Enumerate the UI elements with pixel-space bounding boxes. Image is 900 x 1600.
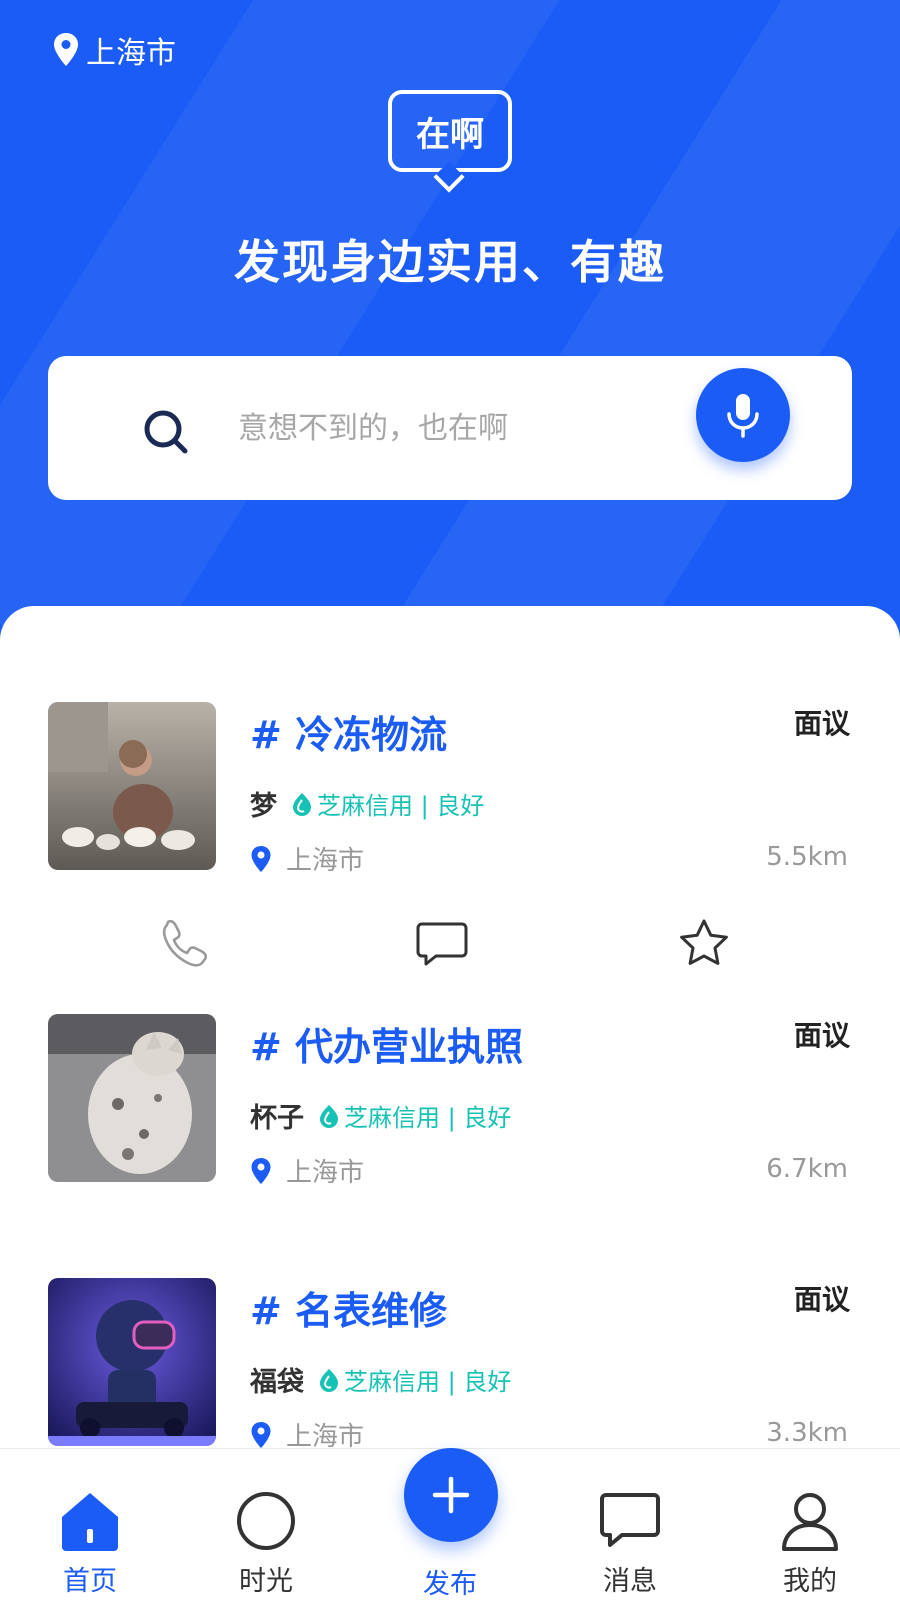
tab-messages[interactable]: 消息 (570, 1449, 690, 1600)
plus-icon (432, 1476, 470, 1514)
user-name: 福袋 (250, 1367, 304, 1398)
hero-header: 上海市 在啊 发现身边实用、有趣 (0, 0, 900, 640)
location-text: 上海市 (286, 846, 365, 876)
home-icon (62, 1493, 118, 1551)
location-pin-icon (54, 33, 78, 66)
star-icon[interactable] (676, 916, 732, 972)
sesame-credit-icon (320, 1104, 338, 1128)
location-pin-icon (251, 845, 271, 872)
girl-with-rabbits-photo (48, 702, 216, 870)
voice-search-button[interactable] (696, 368, 790, 462)
listing-user: 福袋 芝麻信用 | 良好 (250, 1360, 511, 1399)
tab-home[interactable]: 首页 (30, 1449, 150, 1600)
listing-location: 上海市 (250, 1152, 364, 1189)
astronaut-car-art (48, 1278, 216, 1446)
listing-price: 面议 (793, 707, 850, 740)
phone-icon[interactable] (154, 916, 210, 972)
listing-distance: 5.5km (766, 842, 848, 872)
credit-rating: 芝麻信用 | 良好 (344, 1104, 512, 1132)
listing-thumbnail[interactable] (48, 1014, 216, 1182)
listing-thumbnail[interactable] (48, 1278, 216, 1446)
listing-distance: 6.7km (766, 1154, 848, 1184)
tab-label: 时光 (239, 1566, 293, 1597)
listing-title[interactable]: # 冷冻物流 (250, 704, 447, 759)
listing-distance: 3.3km (766, 1418, 848, 1448)
tab-label: 首页 (63, 1566, 117, 1597)
user-icon (782, 1493, 838, 1551)
listing-title[interactable]: # 代办营业执照 (250, 1016, 523, 1071)
search-bar[interactable] (48, 356, 852, 500)
tab-profile[interactable]: 我的 (750, 1449, 870, 1600)
search-icon[interactable] (142, 408, 190, 456)
sesame-credit-icon (293, 792, 311, 816)
credit-rating: 芝麻信用 | 良好 (344, 1368, 512, 1396)
publish-button[interactable] (404, 1448, 498, 1542)
slogan: 发现身边实用、有趣 (234, 235, 666, 289)
message-icon (600, 1493, 660, 1547)
listing-actions (0, 916, 900, 976)
sesame-credit-icon (320, 1368, 338, 1392)
tab-label: 消息 (603, 1566, 657, 1597)
tab-moments[interactable]: 时光 (206, 1449, 326, 1600)
credit-rating: 芝麻信用 | 良好 (317, 792, 485, 820)
listing-price: 面议 (793, 1283, 850, 1316)
listing-user: 杯子 芝麻信用 | 良好 (250, 1096, 511, 1135)
tab-label[interactable]: 发布 (390, 1562, 510, 1600)
location-pin-icon (251, 1157, 271, 1184)
logo-text: 在啊 (388, 90, 512, 172)
tab-label: 我的 (783, 1566, 837, 1597)
app-logo: 在啊 (388, 90, 512, 193)
listing-title[interactable]: # 名表维修 (250, 1280, 447, 1335)
circle-icon (237, 1492, 295, 1550)
city-label: 上海市 (86, 36, 176, 71)
user-name: 梦 (250, 791, 277, 822)
microphone-icon (727, 394, 759, 438)
listing-location: 上海市 (250, 840, 364, 877)
location-text: 上海市 (286, 1158, 365, 1188)
chat-icon[interactable] (414, 916, 470, 972)
search-input[interactable] (238, 402, 698, 454)
location-pin-icon (251, 1421, 271, 1448)
sleeping-cat-photo (48, 1014, 216, 1182)
user-name: 杯子 (250, 1103, 304, 1134)
listing-price: 面议 (793, 1019, 850, 1052)
city-selector[interactable]: 上海市 (52, 28, 176, 72)
listing-user: 梦 芝麻信用 | 良好 (250, 784, 484, 823)
listing-thumbnail[interactable] (48, 702, 216, 870)
